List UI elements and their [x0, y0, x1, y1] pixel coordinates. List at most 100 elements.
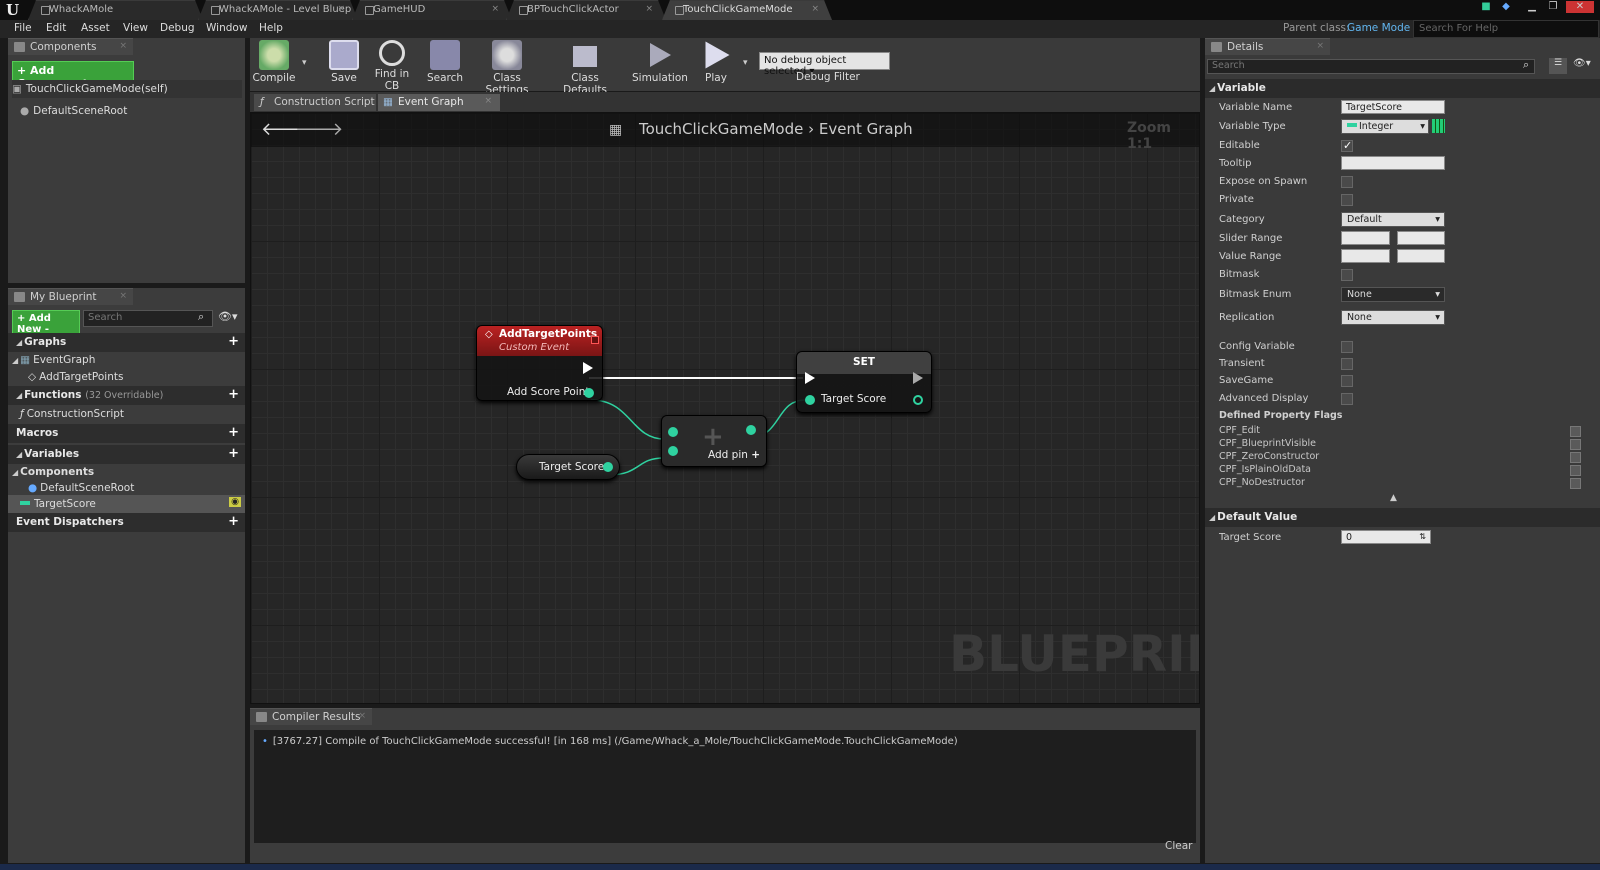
- view-options-eye-icon[interactable]: 👁▾: [1573, 58, 1591, 69]
- component-item-defaultsceneroot[interactable]: ● DefaultSceneRoot: [20, 102, 240, 120]
- compile-button[interactable]: Compile: [252, 40, 296, 90]
- get-target-score-node[interactable]: Target Score: [516, 454, 620, 480]
- class-defaults-button[interactable]: Class Defaults: [550, 40, 620, 96]
- exec-out-pin[interactable]: [913, 372, 923, 384]
- close-icon[interactable]: ×: [645, 4, 653, 14]
- visibility-eye-icon[interactable]: ◉: [229, 497, 241, 507]
- default-target-score-input[interactable]: 0 ⇅: [1341, 530, 1431, 544]
- maximize-button[interactable]: ❐: [1545, 1, 1561, 13]
- close-icon[interactable]: ×: [119, 41, 127, 51]
- slider-range-min-input[interactable]: [1341, 231, 1390, 245]
- menu-help[interactable]: Help: [259, 22, 283, 34]
- advanced-display-checkbox[interactable]: [1341, 393, 1353, 405]
- config-variable-checkbox[interactable]: [1341, 341, 1353, 353]
- parent-class-link[interactable]: Game Mode: [1347, 22, 1410, 34]
- slider-range-max-input[interactable]: [1397, 231, 1445, 245]
- expose-on-spawn-checkbox[interactable]: [1341, 176, 1353, 188]
- private-checkbox[interactable]: [1341, 194, 1353, 206]
- search-button[interactable]: Search: [424, 40, 466, 90]
- close-icon[interactable]: ×: [358, 711, 366, 721]
- variable-name-input[interactable]: TargetScore: [1341, 100, 1445, 114]
- add-variable-plus-icon[interactable]: +: [228, 446, 239, 461]
- search-icon[interactable]: ⌕: [198, 310, 204, 324]
- save-button[interactable]: Save: [324, 40, 364, 90]
- replication-select[interactable]: None ▾: [1341, 310, 1445, 325]
- category-select[interactable]: Default ▾: [1341, 212, 1445, 227]
- class-settings-button[interactable]: Class Settings: [472, 40, 542, 96]
- tab-construction-script[interactable]: ƒ Construction Script: [254, 94, 376, 111]
- menu-window[interactable]: Window: [206, 22, 247, 34]
- tree-item-targetscore[interactable]: TargetScore ◉: [8, 495, 245, 513]
- close-icon[interactable]: ×: [337, 4, 345, 14]
- container-type-grid-icon[interactable]: [1432, 119, 1445, 133]
- add-dispatcher-plus-icon[interactable]: +: [228, 514, 239, 529]
- add-input-b-pin[interactable]: [668, 446, 678, 456]
- close-icon[interactable]: ×: [119, 291, 127, 301]
- editable-checkbox[interactable]: [1341, 139, 1353, 152]
- components-tab[interactable]: Components ×: [8, 38, 133, 55]
- section-variables[interactable]: ◢ Variables +: [8, 445, 245, 464]
- source-control-icon[interactable]: ◆: [1498, 1, 1514, 13]
- close-icon[interactable]: ×: [1316, 41, 1324, 51]
- bitmask-checkbox[interactable]: [1341, 269, 1353, 281]
- exec-in-pin[interactable]: [805, 372, 815, 384]
- clear-button[interactable]: Clear: [1165, 840, 1192, 852]
- collapse-advanced-chevron-up-icon[interactable]: ▲: [1390, 493, 1397, 503]
- close-icon[interactable]: ×: [491, 4, 499, 14]
- help-search-input[interactable]: Search For Help: [1413, 20, 1599, 38]
- add-macro-plus-icon[interactable]: +: [228, 425, 239, 440]
- add-input-a-pin[interactable]: [668, 427, 678, 437]
- target-score-out-pin[interactable]: [913, 395, 923, 405]
- window-tab-gamehud[interactable]: GameHUD ×: [352, 0, 512, 20]
- section-variable[interactable]: ◢ Variable: [1205, 79, 1600, 98]
- details-tab[interactable]: Details ×: [1205, 38, 1330, 55]
- list-view-icon[interactable]: ☰: [1549, 58, 1567, 74]
- compiler-results-tab[interactable]: Compiler Results ×: [250, 708, 372, 725]
- add-output-pin[interactable]: [746, 425, 756, 435]
- add-integer-node[interactable]: + Add pin +: [661, 415, 767, 467]
- close-icon[interactable]: ×: [811, 4, 819, 14]
- search-icon[interactable]: ⌕: [1523, 58, 1529, 72]
- close-window-button[interactable]: ✕: [1566, 1, 1594, 13]
- savegame-checkbox[interactable]: [1341, 375, 1353, 387]
- transient-checkbox[interactable]: [1341, 358, 1353, 370]
- section-default-value[interactable]: ◢ Default Value: [1205, 508, 1600, 527]
- menu-asset[interactable]: Asset: [81, 22, 110, 34]
- tree-item-constructionscript[interactable]: ƒ ConstructionScript: [20, 405, 242, 423]
- play-button[interactable]: Play: [696, 40, 736, 90]
- view-options-eye-icon[interactable]: 👁▾: [218, 310, 238, 323]
- event-graph-canvas[interactable]: 🡐 🡒 ▦ TouchClickGameMode › Event Graph Z…: [250, 112, 1200, 704]
- variable-type-select[interactable]: Integer ▾: [1341, 119, 1429, 134]
- section-event-dispatchers[interactable]: Event Dispatchers +: [8, 513, 245, 532]
- score-point-out-pin[interactable]: [584, 388, 594, 398]
- add-function-plus-icon[interactable]: +: [228, 387, 239, 402]
- section-macros[interactable]: Macros +: [8, 424, 245, 443]
- add-graph-plus-icon[interactable]: +: [228, 334, 239, 349]
- menu-debug[interactable]: Debug: [160, 22, 195, 34]
- tooltip-input[interactable]: [1341, 156, 1445, 170]
- blueprint-search-input[interactable]: Search: [83, 310, 213, 327]
- tree-item-eventgraph[interactable]: ◢ ▦ EventGraph: [12, 351, 242, 369]
- compile-options-chevron-down-icon[interactable]: ▾: [302, 58, 307, 68]
- section-graphs[interactable]: ◢ Graphs +: [8, 333, 245, 352]
- menu-edit[interactable]: Edit: [46, 22, 66, 34]
- bitmask-enum-select[interactable]: None ▾: [1341, 287, 1445, 302]
- spin-arrows-icon[interactable]: ⇅: [1419, 532, 1426, 541]
- window-tab-level-blueprint[interactable]: WhackAMole - Level Bluep ×: [198, 0, 358, 20]
- tab-event-graph[interactable]: ▦ Event Graph ×: [378, 94, 500, 111]
- set-target-score-node[interactable]: SET Target Score: [796, 351, 932, 413]
- find-in-cb-button[interactable]: Find in CB: [366, 40, 418, 92]
- delegate-pin-icon[interactable]: [591, 336, 599, 344]
- target-score-out-pin[interactable]: [603, 462, 613, 472]
- window-tab-whackamole[interactable]: WhackAMole: [28, 0, 203, 20]
- exec-out-pin[interactable]: [583, 362, 593, 374]
- section-functions[interactable]: ◢ Functions (32 Overridable) +: [8, 386, 245, 405]
- menu-file[interactable]: File: [14, 22, 32, 34]
- close-icon[interactable]: ×: [484, 96, 492, 106]
- value-range-min-input[interactable]: [1341, 249, 1390, 263]
- value-range-max-input[interactable]: [1397, 249, 1445, 263]
- play-options-chevron-down-icon[interactable]: ▾: [743, 58, 748, 68]
- component-item-self[interactable]: ▣ TouchClickGameMode(self): [12, 80, 242, 98]
- details-search-input[interactable]: Search: [1207, 59, 1535, 74]
- custom-event-node-addtargetpoints[interactable]: ◇ AddTargetPoints Custom Event Add Score…: [476, 325, 603, 401]
